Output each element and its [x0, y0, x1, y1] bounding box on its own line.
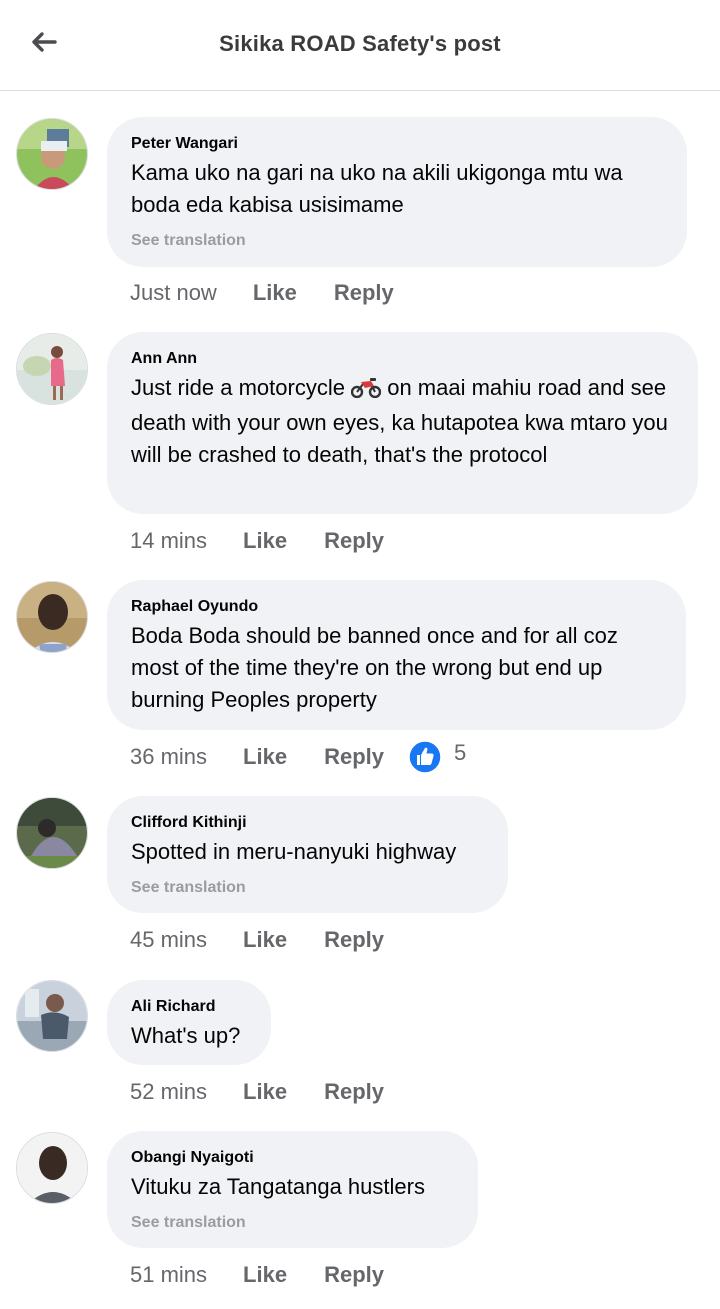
like-button[interactable]: Like — [243, 927, 287, 953]
comment-bubble[interactable]: Ann Ann Just ride a motorcycle on maai m… — [107, 332, 698, 514]
comment-actions: Just now Like Reply — [130, 278, 394, 308]
comment-timestamp: 45 mins — [130, 927, 208, 952]
see-translation-link[interactable]: See translation — [131, 878, 484, 898]
comment-text: Kama uko na gari na uko na akili ukigong… — [131, 160, 623, 217]
comment-bubble[interactable]: Raphael Oyundo Boda Boda should be banne… — [107, 580, 686, 730]
comment-author[interactable]: Peter Wangari — [131, 133, 663, 155]
reply-button[interactable]: Reply — [324, 1262, 384, 1288]
see-translation-link[interactable]: See translation — [131, 231, 663, 251]
comment-actions: 45 mins Like Reply — [130, 925, 384, 955]
comment-author[interactable]: Clifford Kithinji — [131, 812, 484, 834]
comment-timestamp: Just now — [130, 280, 217, 305]
reaction-count: 5 — [454, 740, 467, 765]
comment-text: Boda Boda should be banned once and for … — [131, 623, 618, 712]
reply-button[interactable]: Reply — [324, 1079, 384, 1105]
comment-author[interactable]: Ann Ann — [131, 348, 674, 370]
avatar[interactable] — [16, 980, 88, 1052]
comment-timestamp: 51 mins — [130, 1262, 208, 1287]
reaction-summary[interactable]: 5 — [408, 740, 466, 774]
comment-timestamp: 52 mins — [130, 1079, 208, 1104]
like-button[interactable]: Like — [243, 1079, 287, 1105]
comment-actions: 14 mins Like Reply — [130, 526, 384, 556]
comment-bubble[interactable]: Ali Richard What's up? — [107, 980, 271, 1065]
comment-text: What's up? — [131, 1023, 241, 1048]
comment-bubble[interactable]: Clifford Kithinji Spotted in meru-nanyuk… — [107, 796, 508, 913]
motorcycle-emoji-icon — [350, 375, 382, 407]
comment-actions: 51 mins Like Reply — [130, 1260, 384, 1290]
comment-timestamp: 14 mins — [130, 528, 208, 553]
like-button[interactable]: Like — [243, 1262, 287, 1288]
reply-button[interactable]: Reply — [324, 927, 384, 953]
comment-timestamp: 36 mins — [130, 744, 208, 769]
comment-author[interactable]: Ali Richard — [131, 996, 247, 1018]
comment-actions: 36 mins Like Reply 5 — [130, 740, 466, 774]
avatar[interactable] — [16, 1132, 88, 1204]
like-button[interactable]: Like — [253, 280, 297, 306]
page-title: Sikika ROAD Safety's post — [219, 31, 501, 56]
comment-author[interactable]: Obangi Nyaigoti — [131, 1147, 454, 1169]
top-bar: Sikika ROAD Safety's post — [0, 0, 720, 91]
comment-actions: 52 mins Like Reply — [130, 1077, 384, 1107]
thumbs-up-icon — [408, 740, 442, 774]
avatar[interactable] — [16, 797, 88, 869]
comment-text-part: Just ride a motorcycle — [131, 375, 345, 400]
comment-text: Just ride a motorcycle on maai mahiu roa… — [131, 372, 674, 471]
like-button[interactable]: Like — [243, 744, 287, 770]
avatar[interactable] — [16, 333, 88, 405]
comment-bubble[interactable]: Obangi Nyaigoti Vituku za Tangatanga hus… — [107, 1131, 478, 1248]
avatar[interactable] — [16, 581, 88, 653]
comment-text: Spotted in meru-nanyuki highway — [131, 839, 457, 864]
reply-button[interactable]: Reply — [334, 280, 394, 306]
like-button[interactable]: Like — [243, 528, 287, 554]
comment-bubble[interactable]: Peter Wangari Kama uko na gari na uko na… — [107, 117, 687, 267]
see-translation-link[interactable]: See translation — [131, 1213, 454, 1233]
reply-button[interactable]: Reply — [324, 528, 384, 554]
comment-text: Vituku za Tangatanga hustlers — [131, 1174, 425, 1199]
comment-author[interactable]: Raphael Oyundo — [131, 596, 662, 618]
avatar[interactable] — [16, 118, 88, 190]
reply-button[interactable]: Reply — [324, 744, 384, 770]
